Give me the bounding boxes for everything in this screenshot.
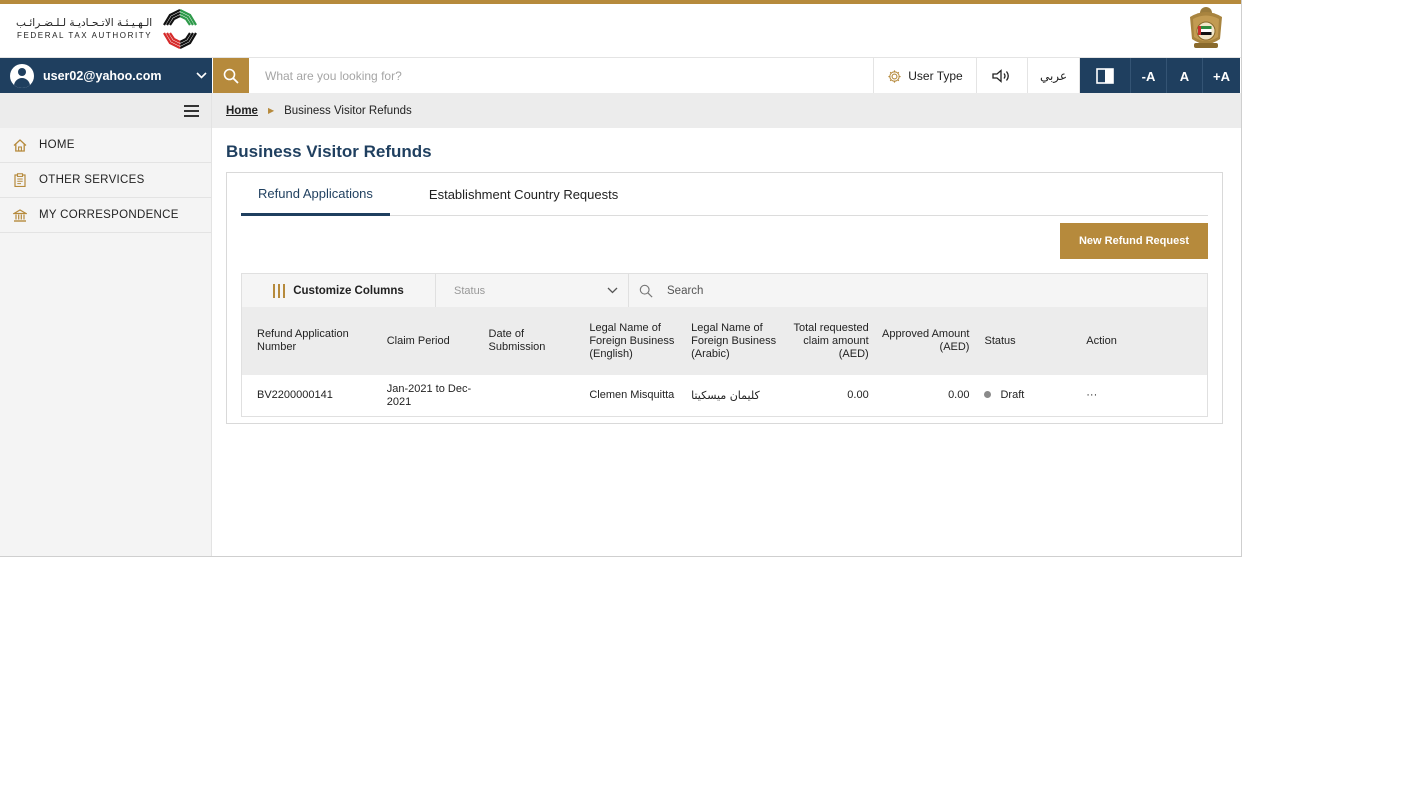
search-button[interactable]	[213, 58, 249, 94]
customize-columns-label: Customize Columns	[293, 284, 404, 297]
cell-total-claim: 0.00	[847, 389, 869, 401]
sidebar-item-label: OTHER SERVICES	[39, 174, 145, 186]
user-type-button[interactable]: User Type	[874, 58, 977, 94]
building-icon	[13, 208, 27, 222]
speaker-icon	[992, 69, 1009, 83]
global-search-input[interactable]	[249, 58, 874, 94]
logo-english-text: FEDERAL TAX AUTHORITY	[16, 31, 153, 40]
new-refund-request-button[interactable]: New Refund Request	[1060, 223, 1208, 259]
sidebar-item-my-correspondence[interactable]: MY CORRESPONDENCE	[0, 198, 211, 233]
grid-toolbar: Customize Columns Status Search	[241, 273, 1208, 308]
font-decrease-button[interactable]: -A	[1131, 58, 1167, 94]
tab-refund-applications[interactable]: Refund Applications	[241, 173, 390, 216]
breadcrumb-current: Business Visitor Refunds	[284, 104, 412, 117]
grid-search-field[interactable]: Search	[629, 274, 1207, 307]
font-increase-button[interactable]: +A	[1203, 58, 1240, 94]
cell-approved-amount: 0.00	[948, 389, 970, 401]
cell-name-english: Clemen Misquitta	[589, 389, 675, 401]
col-header-action: Action	[1086, 334, 1117, 347]
contrast-toggle[interactable]	[1080, 58, 1131, 94]
contrast-icon	[1096, 68, 1114, 84]
gear-icon	[888, 69, 901, 83]
breadcrumb: Home ▶ Business Visitor Refunds	[212, 93, 1241, 128]
status-filter-placeholder: Status	[454, 284, 486, 297]
col-header-refund-number[interactable]: Refund Application Number	[242, 328, 372, 354]
fta-logo[interactable]: الـهـيـئـة الاتـحـاديـة لـلـضـرائـب FEDE…	[16, 6, 202, 52]
app-window: الـهـيـئـة الاتـحـاديـة لـلـضـرائـب FEDE…	[0, 0, 1242, 557]
columns-icon	[273, 283, 286, 298]
breadcrumb-separator-icon: ▶	[267, 106, 275, 115]
top-accent-line	[0, 0, 1241, 4]
search-icon	[639, 284, 653, 298]
home-icon	[13, 138, 27, 152]
customize-columns-button[interactable]: Customize Columns	[242, 274, 436, 307]
sidebar-item-other-services[interactable]: OTHER SERVICES	[0, 163, 211, 198]
sidebar-toggle	[0, 93, 211, 128]
user-avatar-icon	[10, 64, 34, 88]
cell-refund-number: BV2200000141	[257, 389, 333, 401]
sidebar: HOME OTHER SERVICES MY CORRESPONDENCE	[0, 93, 212, 556]
hamburger-menu-icon[interactable]	[184, 104, 199, 117]
table-row[interactable]: BV2200000141 Jan-2021 to Dec-2021 Clemen…	[242, 375, 1207, 416]
col-header-status[interactable]: Status	[979, 335, 1081, 348]
uae-emblem-icon	[1190, 7, 1222, 48]
tab-bar: Refund Applications Establishment Countr…	[241, 173, 1208, 216]
cell-claim-period: Jan-2021 to Dec-2021	[386, 382, 472, 408]
font-normal-button[interactable]: A	[1167, 58, 1203, 94]
col-header-name-arabic[interactable]: Legal Name of Foreign Business (Arabic)	[676, 322, 778, 361]
logo-text: الـهـيـئـة الاتـحـاديـة لـلـضـرائـب FEDE…	[16, 17, 152, 41]
status-dot-icon	[984, 390, 992, 398]
status-filter-select[interactable]: Status	[436, 274, 629, 307]
col-header-name-english[interactable]: Legal Name of Foreign Business (English)	[574, 322, 676, 361]
user-menu[interactable]: user02@yahoo.com	[0, 58, 212, 94]
status-badge: Draft	[1000, 389, 1025, 401]
user-email: user02@yahoo.com	[43, 69, 162, 83]
language-toggle[interactable]: عربي	[1028, 58, 1080, 94]
table-header-row: Refund Application Number Claim Period D…	[242, 307, 1207, 375]
refunds-table: Refund Application Number Claim Period D…	[241, 307, 1208, 417]
grid-search-placeholder: Search	[667, 284, 704, 297]
user-type-label: User Type	[908, 69, 963, 83]
sidebar-item-label: MY CORRESPONDENCE	[39, 209, 179, 221]
col-header-approved-amount[interactable]: Approved Amount (AED)	[879, 328, 980, 354]
audio-button[interactable]	[977, 58, 1028, 94]
col-header-date-of-submission[interactable]: Date of Submission	[474, 328, 575, 354]
page-title: Business Visitor Refunds	[226, 142, 432, 161]
tab-establishment-country-requests[interactable]: Establishment Country Requests	[412, 173, 635, 216]
clipboard-icon	[13, 173, 27, 187]
col-header-claim-period[interactable]: Claim Period	[372, 335, 474, 348]
fta-logo-mark-icon	[163, 9, 198, 49]
chevron-down-icon	[190, 70, 212, 82]
sidebar-item-label: HOME	[39, 139, 75, 151]
refunds-card: Refund Applications Establishment Countr…	[226, 172, 1223, 424]
top-toolbar: user02@yahoo.com User Type عربي -A A +A	[0, 57, 1241, 94]
search-icon	[223, 68, 239, 84]
logo-arabic-text: الـهـيـئـة الاتـحـاديـة لـلـضـرائـب	[16, 17, 153, 29]
cell-status: Draft	[979, 389, 1081, 402]
row-action-menu-button[interactable]: ···	[1081, 389, 1207, 402]
col-header-total-claim[interactable]: Total requested claim amount (AED)	[778, 322, 879, 361]
breadcrumb-home-link[interactable]: Home	[226, 105, 258, 117]
sidebar-item-home[interactable]: HOME	[0, 128, 211, 163]
cell-name-arabic: كليمان ميسكيتا	[691, 389, 760, 402]
chevron-down-icon	[607, 287, 618, 294]
